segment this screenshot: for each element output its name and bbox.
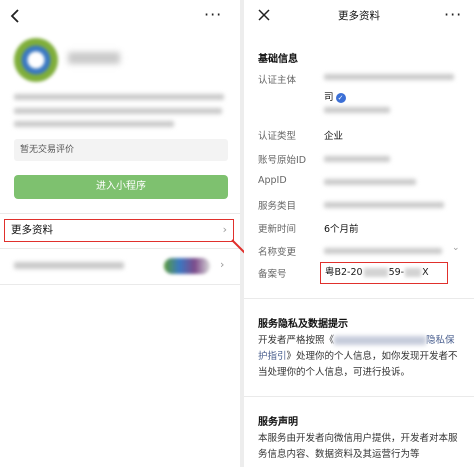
icp-suffix: X [422,267,429,278]
related-app-icons [164,258,210,274]
privacy-text-start: 开发者严格按照《 [258,335,335,346]
divider [0,284,240,285]
icp-number-highlight: 粤B2-20 59- X [320,262,448,284]
field-label-service-category: 服务类目 [258,201,297,212]
divider [244,396,474,397]
section-title-basic-info: 基础信息 [258,54,298,65]
service-category-blurred [324,202,444,208]
privacy-text-end: 》处理你的个人信息，如你发现开发者不当处理你的个人信息，可进行投诉。 [258,351,458,378]
chevron-right-icon: › [222,223,227,236]
section-title-statement: 服务声明 [258,417,298,428]
more-info-row[interactable]: 更多资料 › [4,219,234,242]
chevron-right-icon: › [220,258,225,271]
icp-prefix: 粤B2-20 [325,267,363,278]
chevron-down-icon[interactable]: ⌄ [452,243,460,253]
more-info-label: 更多资料 [11,224,53,236]
more-options-icon[interactable]: ··· [444,5,462,24]
enter-mini-program-button[interactable]: 进入小程序 [14,175,228,199]
more-options-icon[interactable]: ··· [204,5,222,24]
field-label-name-change: 名称变更 [258,247,297,258]
related-mini-programs-row[interactable]: › [14,258,234,276]
back-icon[interactable] [8,8,24,24]
field-label-appid: AppID [258,175,287,186]
privacy-paragraph: 开发者严格按照《 隐私保护指引》处理你的个人信息，如你发现开发者不当处理你的个人信… [258,333,464,381]
field-label-cert-type: 认证类型 [258,131,297,142]
divider [0,213,240,214]
privacy-guide-link-blurred[interactable] [334,336,427,345]
mini-program-profile-panel: ··· 暂无交易评价 进入小程序 更多资料 › › [0,0,240,467]
description-line-blurred [14,121,174,127]
section-title-privacy: 服务隐私及数据提示 [258,319,348,330]
cert-type-value: 企业 [324,131,344,142]
field-label-update-time: 更新时间 [258,224,297,235]
page-title: 更多资料 [338,10,380,22]
divider [244,298,474,299]
subject-value: 司 [324,92,334,103]
subject-value-line: 司 ✓ [324,89,346,103]
subject-extra-blurred [324,107,390,113]
more-info-panel: 更多资料 ··· 基础信息 认证主体 司 ✓ 认证类型 企业 账号原始ID App… [244,0,474,467]
field-label-icp: 备案号 [258,269,287,280]
appid-blurred [324,179,416,185]
description-line-blurred [14,108,222,114]
statement-paragraph: 本服务由开发者向微信用户提供，开发者对本服务信息内容、数据资料及其运营行为等 [258,433,458,460]
mini-program-avatar [14,38,58,82]
update-time-value: 6个月前 [324,224,359,235]
icp-middle: 59- [388,267,405,278]
divider [0,248,240,249]
icp-mask [363,268,388,277]
subject-value-blurred [324,74,454,80]
field-label-original-id: 账号原始ID [258,155,307,166]
description-line-blurred [14,94,224,100]
field-label-subject: 认证主体 [258,75,297,86]
mini-program-name-blurred [68,52,120,64]
icp-mask [405,268,422,277]
verified-badge-icon: ✓ [335,92,346,103]
original-id-blurred [324,156,390,162]
rating-placeholder: 暂无交易评价 [14,139,228,161]
name-change-blurred [324,248,442,254]
related-label-blurred [14,262,124,269]
